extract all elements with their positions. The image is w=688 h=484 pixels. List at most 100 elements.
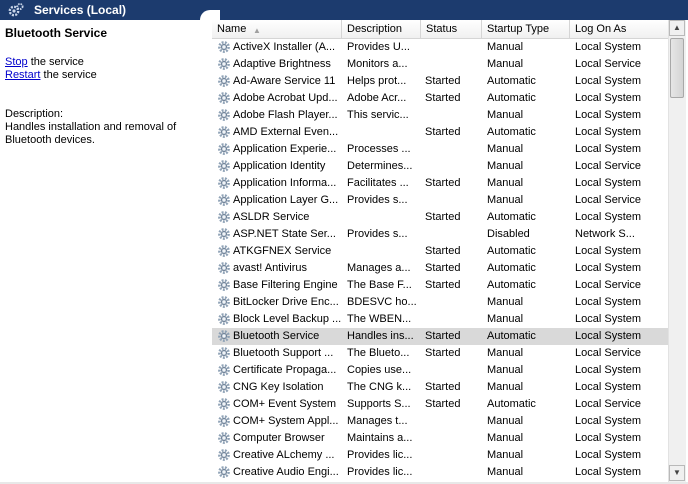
table-row[interactable]: Adobe Acrobat Upd... Adobe Acr... Started A… [212,90,668,107]
service-status: Started [425,92,461,104]
service-description: Provides s... [347,228,408,240]
service-startup-type: Manual [487,347,524,359]
service-status [425,362,480,379]
service-startup-type: Automatic [487,330,536,342]
service-log-on-as: Local System [575,313,642,325]
column-header-startup-type[interactable]: Startup Type [482,20,570,38]
table-row[interactable]: Bluetooth Support ... The Blueto... Starte… [212,345,668,362]
table-row[interactable]: Creative Audio Engi... Provides lic... Man… [212,464,668,481]
restart-action: Restart the service [5,69,97,81]
service-gear-icon [217,380,231,394]
table-row[interactable]: Bluetooth Service Handles ins... Started Au… [212,328,668,345]
service-status: Started [425,381,461,393]
column-header-log-on-as-label: Log On As [575,23,627,35]
service-name: ATKGFNEX Service [233,245,332,257]
service-log-on-as: Local System [575,75,642,87]
service-gear-icon [217,312,231,326]
service-gear-icon [217,176,231,190]
service-gear-icon [217,108,231,122]
service-log-on-as: Local System [575,381,642,393]
service-log-on-as: Local System [575,449,642,461]
service-log-on-as: Local System [575,432,642,444]
service-description: The Blueto... [347,347,410,359]
service-gear-icon [217,295,231,309]
service-gear-icon [217,91,231,105]
column-header-status[interactable]: Status [421,20,482,38]
scroll-down-button[interactable]: ▼ [669,465,685,481]
service-name: COM+ System Appl... [233,415,339,427]
chevron-up-icon: ▲ [673,23,681,32]
table-row[interactable]: CNG Key Isolation The CNG k... Started Manu… [212,379,668,396]
sort-ascending-icon: ▲ [253,26,261,35]
service-name: Application Experie... [233,143,337,155]
stop-service-link[interactable]: Stop [5,56,28,68]
table-row[interactable]: ATKGFNEX Service Started Automatic Local Sy… [212,243,668,260]
restart-service-link[interactable]: Restart [5,69,40,81]
service-name: avast! Antivirus [233,262,307,274]
service-log-on-as: Local System [575,262,642,274]
service-startup-type: Manual [487,449,524,461]
service-gear-icon [217,414,231,428]
table-row[interactable]: Ad-Aware Service 11 Helps prot... Started A… [212,73,668,90]
service-description: Supports S... [347,398,411,410]
table-row[interactable]: Adobe Flash Player... This servic... Manua… [212,107,668,124]
table-row[interactable]: Application Experie... Processes ... Manua… [212,141,668,158]
column-header-description-label: Description [347,23,403,35]
service-gear-icon [217,261,231,275]
column-header-name[interactable]: Name ▲ [212,20,342,38]
service-gear-icon [217,278,231,292]
service-startup-type: Disabled [487,228,530,240]
service-name: Adobe Flash Player... [233,109,338,121]
service-startup-type: Manual [487,364,524,376]
service-startup-type: Automatic [487,92,536,104]
table-row[interactable]: Creative ALchemy ... Provides lic... Manua… [212,447,668,464]
table-row[interactable]: avast! Antivirus Manages a... Started Autom… [212,260,668,277]
vertical-scrollbar[interactable]: ▲ ▼ [668,20,686,482]
table-row[interactable]: Adaptive Brightness Monitors a... Manual Lo… [212,56,668,73]
service-status [425,56,480,73]
service-status [425,158,480,175]
service-description: Manages a... [347,262,411,274]
service-name: Application Informa... [233,177,337,189]
table-row[interactable]: Block Level Backup ... The WBEN... Manual L… [212,311,668,328]
title-bar: Services (Local) [0,0,688,20]
service-description: Facilitates ... [347,177,409,189]
description-text: Handles installation and removal of Blue… [5,121,177,146]
service-description: Helps prot... [347,75,407,87]
table-row[interactable]: BitLocker Drive Enc... BDESVC ho... Manual… [212,294,668,311]
service-name: BitLocker Drive Enc... [233,296,339,308]
table-row[interactable]: Application Layer G... Provides s... Manua… [212,192,668,209]
service-status [425,141,480,158]
table-row[interactable]: ActiveX Installer (A... Provides U... Manu… [212,39,668,56]
service-description: Maintains a... [347,432,413,444]
table-row[interactable]: Certificate Propaga... Copies use... Manua… [212,362,668,379]
service-name: Base Filtering Engine [233,279,338,291]
table-row[interactable]: COM+ System Appl... Manages t... Manual Loc… [212,413,668,430]
service-log-on-as: Local System [575,330,642,342]
service-description: Processes ... [347,143,411,155]
table-row[interactable]: Base Filtering Engine The Base F... Starte… [212,277,668,294]
service-status [425,294,480,311]
service-name: CNG Key Isolation [233,381,324,393]
table-row[interactable]: Application Identity Determines... Manual L… [212,158,668,175]
table-row[interactable]: Application Informa... Facilitates ... Sta… [212,175,668,192]
service-startup-type: Manual [487,41,524,53]
service-startup-type: Manual [487,194,524,206]
column-header-log-on-as[interactable]: Log On As [570,20,668,38]
table-row[interactable]: Computer Browser Maintains a... Manual Loca… [212,430,668,447]
stop-action-suffix: the service [27,56,84,68]
services-list: Name ▲ Description Status Startup Type L… [212,20,688,482]
table-row[interactable]: ASP.NET State Ser... Provides s... Disable… [212,226,668,243]
service-startup-type: Automatic [487,279,536,291]
table-row[interactable]: AMD External Even... Started Automatic Loca… [212,124,668,141]
service-status: Started [425,126,461,138]
service-gear-icon [217,346,231,360]
table-row[interactable]: COM+ Event System Supports S... Started Aut… [212,396,668,413]
column-header-description[interactable]: Description [342,20,421,38]
service-description: Manages t... [347,415,408,427]
scroll-up-button[interactable]: ▲ [669,20,685,36]
service-description [347,209,419,226]
service-log-on-as: Local System [575,415,642,427]
table-row[interactable]: ASLDR Service Started Automatic Local Syste… [212,209,668,226]
scrollbar-thumb[interactable] [670,38,684,98]
